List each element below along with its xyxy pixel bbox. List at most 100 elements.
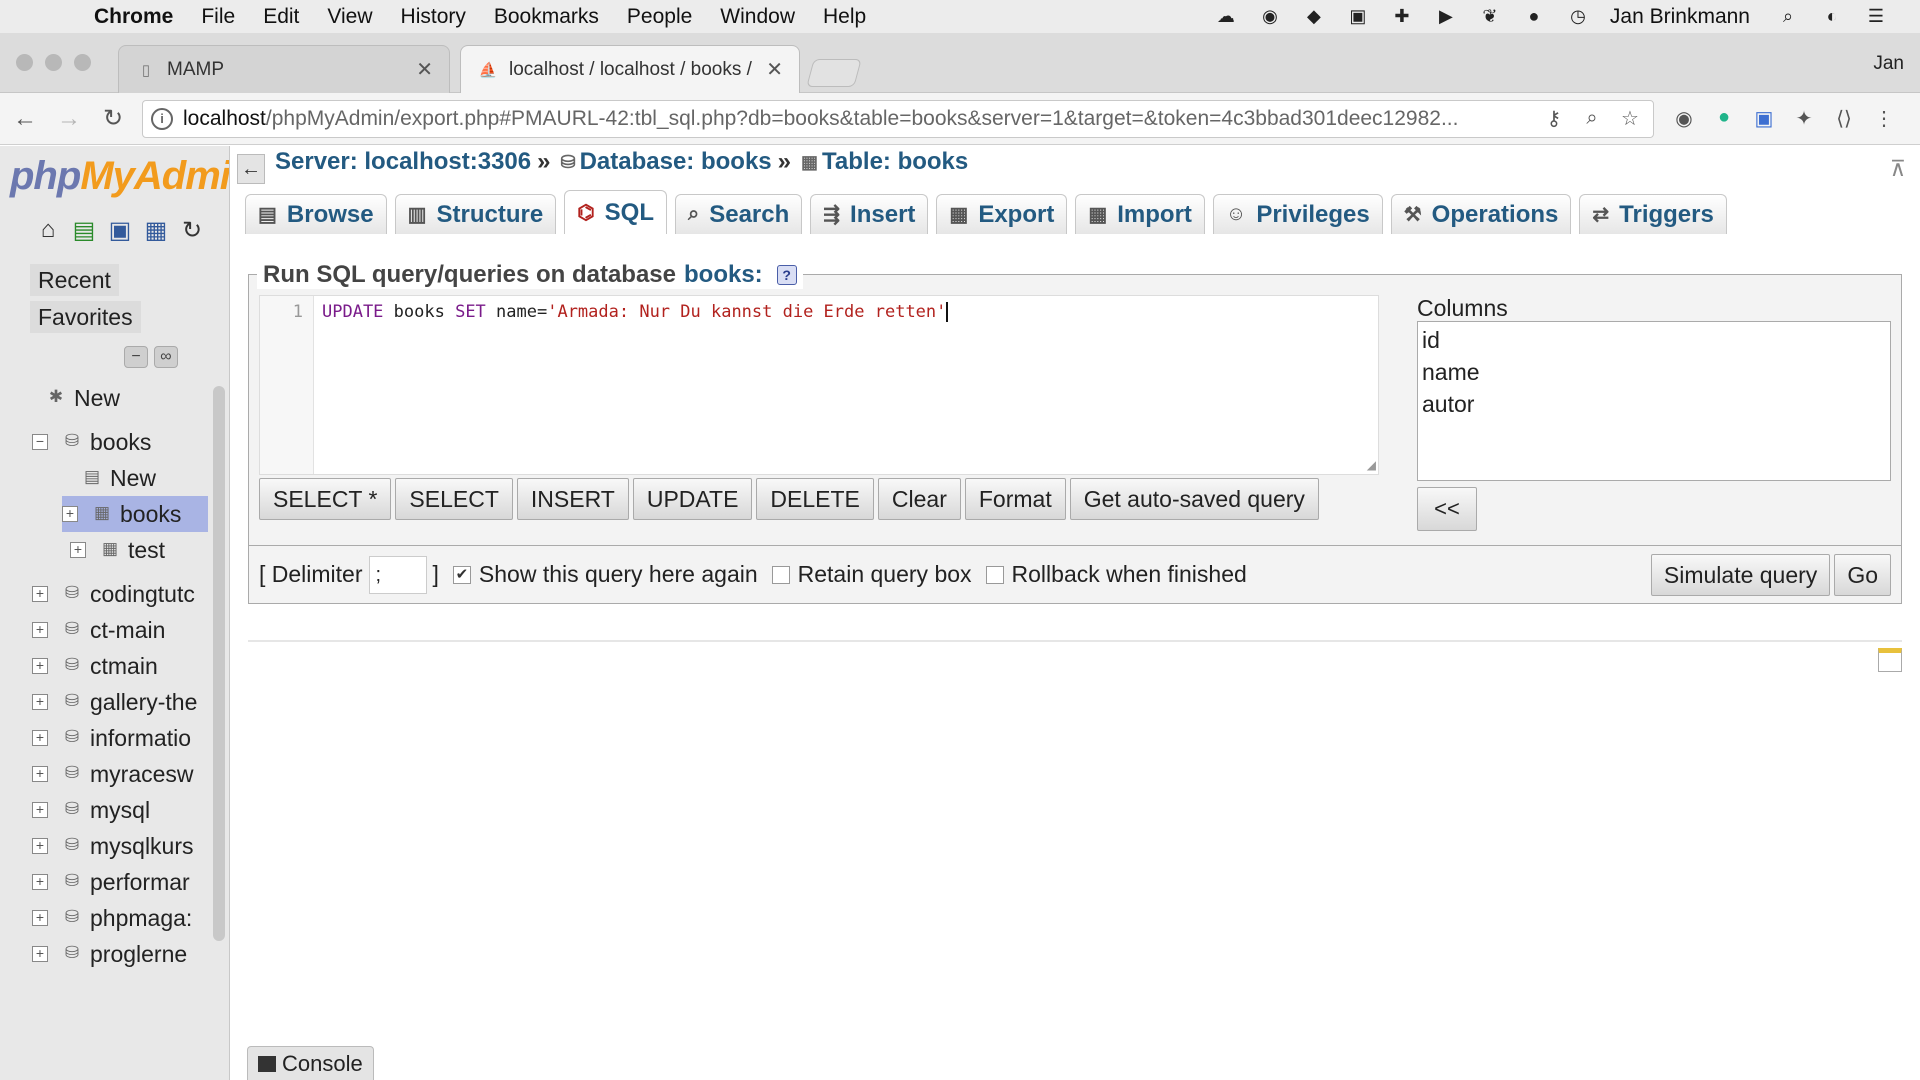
tab-triggers[interactable]: ⇄ Triggers <box>1579 194 1727 234</box>
update-button[interactable]: UPDATE <box>632 478 753 520</box>
favorite-tables-link[interactable]: Favorites <box>30 301 141 333</box>
reload-navigation-icon[interactable]: ↻ <box>174 216 210 245</box>
tree-item-database[interactable]: + ⛁ performar <box>32 864 190 900</box>
go-button[interactable]: Go <box>1834 554 1891 596</box>
back-icon[interactable]: ← <box>6 105 44 133</box>
minimize-window-button[interactable] <box>45 54 62 71</box>
m-extension-icon[interactable]: ● <box>1704 106 1744 131</box>
chat-icon[interactable]: ● <box>1520 6 1548 28</box>
tab-browse[interactable]: ▤ Browse <box>245 194 387 234</box>
address-bar[interactable]: i localhost/phpMyAdmin/export.php#PMAURL… <box>142 99 1654 138</box>
chrome-menu-icon[interactable]: ⋮ <box>1864 106 1904 131</box>
tree-item-database[interactable]: + ⛁ mysqlkurs <box>32 828 194 864</box>
tree-item-test-table[interactable]: + ▦ test <box>70 532 165 568</box>
insert-column-button[interactable]: << <box>1417 487 1477 531</box>
menu-bookmarks[interactable]: Bookmarks <box>480 5 613 29</box>
new-tab-button[interactable] <box>806 59 862 87</box>
spotlight-search-icon[interactable]: ⌕ <box>1774 6 1802 28</box>
breadcrumb-database[interactable]: Database: books <box>580 148 772 176</box>
tree-item-database[interactable]: + ⛁ informatio <box>32 720 191 756</box>
menu-help[interactable]: Help <box>809 5 880 29</box>
profile-button[interactable]: Jan <box>1873 53 1904 75</box>
insert-button[interactable]: INSERT <box>516 478 629 520</box>
browser-tab-mamp[interactable]: ▯ MAMP ✕ <box>118 45 450 93</box>
tree-item-books-table[interactable]: + ▦ books <box>62 496 208 532</box>
recent-tables-link[interactable]: Recent <box>30 264 119 296</box>
password-manager-icon[interactable]: ◉ <box>1256 6 1284 28</box>
tab-sql[interactable]: ⌬ SQL <box>564 190 668 234</box>
navigation-scrollbar[interactable] <box>213 386 225 941</box>
tree-item-database[interactable]: + ⛁ phpmaga: <box>32 900 192 936</box>
retain-query-box-label[interactable]: Retain query box <box>798 561 972 588</box>
plus-cross-icon[interactable]: ✚ <box>1388 6 1416 28</box>
expand-icon[interactable]: + <box>32 694 48 710</box>
tab-structure[interactable]: ▥ Structure <box>394 194 557 234</box>
rollback-checkbox[interactable] <box>985 565 1004 584</box>
zoom-icon[interactable]: ⌕ <box>1577 107 1607 130</box>
sql-code-line[interactable]: UPDATE books SET name='Armada: Nur Du ka… <box>322 302 949 322</box>
logout-icon[interactable]: ▤ <box>66 216 102 245</box>
clear-button[interactable]: Clear <box>877 478 961 520</box>
columns-select[interactable]: id name autor <box>1417 321 1891 481</box>
expand-icon[interactable]: + <box>32 586 48 602</box>
tree-item-database[interactable]: + ⛁ ctmain <box>32 648 158 684</box>
close-window-button[interactable] <box>16 54 33 71</box>
code-extension-icon[interactable]: ⟨⟩ <box>1824 106 1864 131</box>
select-button[interactable]: SELECT <box>395 478 513 520</box>
tree-item-database[interactable]: + ⛁ gallery-the <box>32 684 197 720</box>
expand-icon[interactable]: + <box>32 766 48 782</box>
retain-query-box-checkbox[interactable] <box>771 565 790 584</box>
menu-chrome[interactable]: Chrome <box>80 5 187 29</box>
help-icon[interactable]: ? <box>776 265 797 285</box>
tree-item-database[interactable]: + ⛁ codingtutc <box>32 576 195 612</box>
tab-import[interactable]: ▦ Import <box>1075 194 1205 234</box>
delete-button[interactable]: DELETE <box>756 478 874 520</box>
camera-icon[interactable]: ▶ <box>1432 6 1460 28</box>
siri-icon[interactable]: ◐ <box>1818 6 1846 28</box>
documentation-icon[interactable]: ▦ <box>138 216 174 245</box>
site-info-icon[interactable]: i <box>151 107 173 130</box>
select-all-button[interactable]: SELECT * <box>259 478 392 520</box>
legend-database-link[interactable]: books: <box>684 261 763 289</box>
expand-icon[interactable]: + <box>70 542 86 558</box>
link-with-main-panel-button[interactable]: ∞ <box>154 346 178 368</box>
menu-window[interactable]: Window <box>706 5 809 29</box>
format-button[interactable]: Format <box>964 478 1066 520</box>
expand-icon[interactable]: + <box>32 838 48 854</box>
tab-export[interactable]: ▦ Export <box>936 194 1068 234</box>
notification-center-icon[interactable]: ☰ <box>1862 6 1890 28</box>
user-name[interactable]: Jan Brinkmann <box>1610 5 1750 29</box>
menu-file[interactable]: File <box>187 5 249 29</box>
close-tab-icon[interactable]: ✕ <box>766 57 783 82</box>
breadcrumb-server[interactable]: Server: localhost:3306 <box>275 148 531 176</box>
collapse-icon[interactable]: − <box>32 434 48 450</box>
reload-icon[interactable]: ↻ <box>94 104 132 133</box>
tree-item-new-table[interactable]: ▤ New <box>80 460 156 496</box>
sql-editor[interactable]: 1 UPDATE books SET name='Armada: Nur Du … <box>259 295 1379 475</box>
show-query-again-checkbox[interactable]: ✔ <box>452 565 471 584</box>
dropbox-icon[interactable]: ◆ <box>1300 6 1328 28</box>
expand-icon[interactable]: + <box>32 622 48 638</box>
menu-view[interactable]: View <box>313 5 386 29</box>
key-icon[interactable]: ⚷ <box>1539 106 1569 131</box>
expand-icon[interactable]: + <box>32 802 48 818</box>
browser-tab-phpmyadmin[interactable]: ⛵ localhost / localhost / books / l ✕ <box>460 45 800 93</box>
screen-extension-icon[interactable]: ▣ <box>1744 106 1784 131</box>
bookmark-star-icon[interactable]: ☆ <box>1615 106 1645 131</box>
expand-icon[interactable]: + <box>32 730 48 746</box>
tree-item-database[interactable]: + ⛁ proglerne <box>32 936 187 972</box>
tree-item-database[interactable]: + ⛁ myracesw <box>32 756 194 792</box>
menu-people[interactable]: People <box>613 5 706 29</box>
tab-insert[interactable]: ⇶ Insert <box>810 194 929 234</box>
breadcrumb-table[interactable]: Table: books <box>822 148 968 176</box>
collapse-navigation-icon[interactable]: ← <box>237 154 265 184</box>
simulate-query-button[interactable]: Simulate query <box>1650 554 1831 596</box>
forward-icon[interactable]: → <box>50 105 88 133</box>
scroll-top-icon[interactable]: ⊼ <box>1890 156 1906 182</box>
tree-item-new-database[interactable]: ✱ New <box>44 380 120 416</box>
expand-icon[interactable]: + <box>32 658 48 674</box>
show-query-again-label[interactable]: Show this query here again <box>479 561 758 588</box>
password-extension-icon[interactable]: ◉ <box>1664 106 1704 131</box>
url-text[interactable]: localhost/phpMyAdmin/export.php#PMAURL-4… <box>183 107 1531 131</box>
time-machine-icon[interactable]: ◷ <box>1564 6 1592 28</box>
